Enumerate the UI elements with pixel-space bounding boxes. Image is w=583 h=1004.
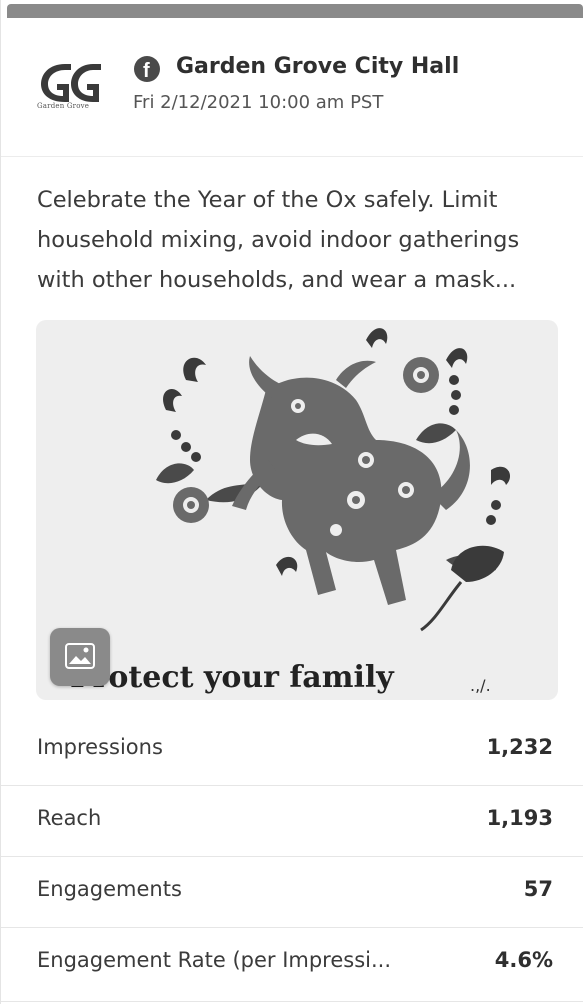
post-text-line: Celebrate the Year of the Ox safely. Lim… bbox=[37, 187, 498, 213]
metric-label: Engagements bbox=[37, 877, 182, 901]
post-text: Celebrate the Year of the Ox safely. Lim… bbox=[37, 180, 562, 300]
facebook-icon: f bbox=[134, 56, 160, 82]
metric-row-impressions: Impressions 1,232 bbox=[1, 715, 583, 786]
image-icon bbox=[50, 628, 110, 686]
post-text-line: household mixing, avoid indoor gathering… bbox=[37, 227, 520, 253]
image-type-glyph bbox=[65, 643, 95, 669]
metric-row-engagements: Engagements 57 bbox=[1, 857, 583, 928]
metric-label: Reach bbox=[37, 806, 102, 830]
card-bottom-divider bbox=[1, 1001, 583, 1002]
metric-label: Engagement Rate (per Impressi... bbox=[37, 948, 392, 972]
post-image[interactable]: Protect your family .,/. bbox=[36, 320, 558, 700]
metric-row-reach: Reach 1,193 bbox=[1, 786, 583, 857]
logo-caption: Garden Grove bbox=[37, 102, 90, 110]
metric-value: 1,232 bbox=[486, 735, 553, 759]
metric-value: 4.6% bbox=[494, 948, 553, 972]
metric-value: 57 bbox=[523, 877, 553, 901]
post-header: Garden Grove f Garden Grove City Hall Fr… bbox=[1, 18, 583, 157]
post-card: Garden Grove f Garden Grove City Hall Fr… bbox=[0, 0, 583, 1004]
image-caption: Protect your family bbox=[70, 660, 394, 695]
image-caption-tail: .,/. bbox=[470, 676, 491, 695]
metric-label: Impressions bbox=[37, 735, 163, 759]
metric-value: 1,193 bbox=[486, 806, 553, 830]
metric-row-engagement-rate: Engagement Rate (per Impressi... 4.6% bbox=[1, 928, 583, 998]
post-text-line: with other households, and wear a mask..… bbox=[37, 267, 517, 293]
ox-illustration bbox=[156, 328, 511, 632]
card-top-bar bbox=[7, 4, 583, 18]
post-timestamp: Fri 2/12/2021 10:00 am PST bbox=[133, 92, 384, 113]
metrics-list: Impressions 1,232 Reach 1,193 Engagement… bbox=[1, 715, 583, 998]
account-name[interactable]: Garden Grove City Hall bbox=[176, 54, 459, 79]
